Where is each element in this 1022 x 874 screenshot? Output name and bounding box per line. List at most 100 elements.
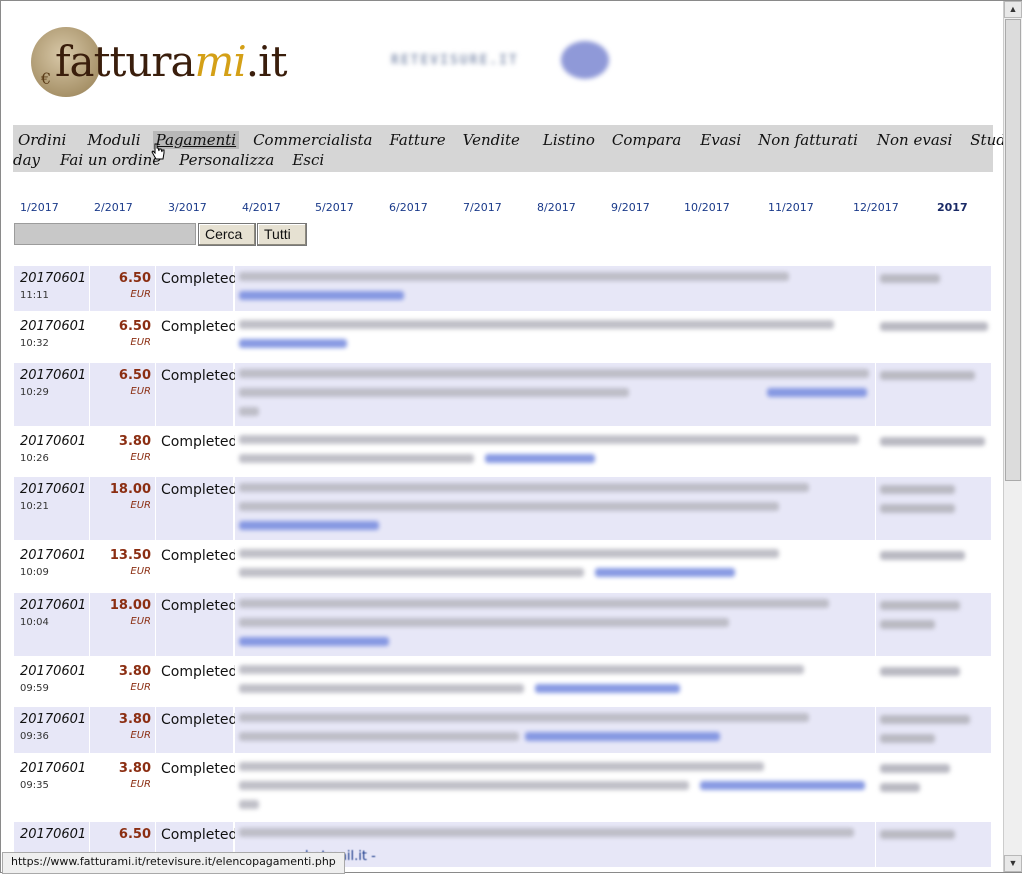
payment-time: 09:36 — [20, 731, 49, 742]
nav-item-fai-un-ordine[interactable]: Fai un ordine — [60, 151, 161, 169]
redacted-email-link[interactable] — [239, 637, 389, 646]
payment-status: Completed — [161, 598, 238, 614]
scroll-down-icon[interactable]: ▼ — [1004, 855, 1022, 872]
redacted-email-link[interactable] — [525, 732, 720, 741]
nav-item-evasi[interactable]: Evasi — [700, 131, 741, 149]
redacted-customer-name — [880, 485, 955, 494]
payment-date: 20170601 — [20, 598, 87, 613]
status-cell: Completed — [156, 314, 237, 360]
table-row: 20170601 09:35 3.80 EUR Completed — [14, 756, 991, 819]
nav-item-day[interactable]: day — [13, 151, 40, 169]
redacted-customer-name — [880, 715, 970, 724]
redacted-email-link[interactable] — [239, 291, 404, 300]
redacted-email-link[interactable] — [700, 781, 865, 790]
redacted-email-link[interactable] — [767, 388, 867, 397]
redacted-customer-name — [880, 551, 965, 560]
description-cell — [235, 266, 875, 311]
customer-cell — [876, 659, 991, 704]
nav-item-pagamenti[interactable]: Pagamenti — [152, 131, 240, 149]
redacted-customer-name — [880, 734, 935, 743]
month-link[interactable]: 11/2017 — [768, 201, 814, 214]
redacted-email-link[interactable] — [485, 454, 595, 463]
month-link[interactable]: 3/2017 — [168, 201, 207, 214]
month-link[interactable]: 7/2017 — [463, 201, 502, 214]
redacted-customer-name — [880, 601, 960, 610]
retevisure-logo[interactable]: RETEVISURE.IT — [391, 41, 621, 81]
scrollbar-thumb[interactable] — [1005, 19, 1021, 481]
nav-item-moduli[interactable]: Moduli — [87, 131, 140, 149]
redacted-customer-name — [880, 371, 975, 380]
redacted-description-text — [239, 502, 779, 511]
table-row: 20170601 10:26 3.80 EUR Completed — [14, 429, 991, 474]
month-link[interactable]: 2/2017 — [94, 201, 133, 214]
nav-item-studi[interactable]: Studi — [970, 131, 1003, 149]
amount-cell: 3.80 EUR — [90, 429, 155, 474]
nav-row-2: day Fai un ordine Personalizza Esci — [13, 151, 324, 169]
payment-amount: 6.50 — [118, 319, 151, 334]
redacted-customer-name — [880, 504, 955, 513]
amount-cell: 6.50 EUR — [90, 266, 155, 311]
status-cell: Completed — [156, 477, 237, 540]
tutti-button[interactable]: Tutti — [257, 223, 307, 246]
month-link[interactable]: 8/2017 — [537, 201, 576, 214]
payment-amount: 3.80 — [118, 761, 151, 776]
redacted-email-link[interactable] — [239, 521, 379, 530]
month-link[interactable]: 9/2017 — [611, 201, 650, 214]
month-link[interactable]: 6/2017 — [389, 201, 428, 214]
scroll-up-icon[interactable]: ▲ — [1004, 1, 1022, 18]
payment-amount: 6.50 — [118, 827, 151, 842]
nav-item-compara[interactable]: Compara — [612, 131, 681, 149]
description-cell — [235, 543, 875, 590]
description-cell — [235, 659, 875, 704]
redacted-description-text — [239, 684, 524, 693]
redacted-description-text — [239, 549, 779, 558]
customer-cell — [876, 822, 991, 867]
status-cell: Completed — [156, 363, 237, 426]
customer-cell — [876, 477, 991, 540]
search-input[interactable] — [14, 223, 196, 245]
status-cell: Completed — [156, 756, 237, 819]
payment-amount: 3.80 — [118, 664, 151, 679]
month-link[interactable]: 1/2017 — [20, 201, 59, 214]
nav-item-non-evasi[interactable]: Non evasi — [877, 131, 952, 149]
date-cell: 20170601 09:36 — [14, 707, 89, 753]
month-link[interactable]: 4/2017 — [242, 201, 281, 214]
fatturami-logo[interactable]: € fatturami.it — [31, 27, 301, 97]
payment-time: 09:59 — [20, 683, 49, 694]
redacted-description-text — [239, 732, 519, 741]
status-cell: Completed — [156, 266, 237, 311]
payment-time: 10:32 — [20, 338, 49, 349]
payments-table: 20170601 11:11 6.50 EUR Completed 20170601 10:… — [14, 266, 991, 870]
redacted-description-text — [239, 454, 474, 463]
redacted-email-link[interactable] — [535, 684, 680, 693]
nav-item-personalizza[interactable]: Personalizza — [179, 151, 274, 169]
month-link[interactable]: 12/2017 — [853, 201, 899, 214]
payment-amount: 6.50 — [118, 271, 151, 286]
redacted-email-link[interactable] — [595, 568, 735, 577]
nav-item-commercialista[interactable]: Commercialista — [253, 131, 372, 149]
payment-currency: EUR — [130, 500, 151, 511]
payment-time: 10:04 — [20, 617, 49, 628]
logo-euro-sign: € — [41, 69, 52, 88]
redacted-email-link[interactable] — [239, 339, 347, 348]
redacted-description-text — [239, 781, 689, 790]
nav-item-fatture[interactable]: Fatture — [390, 131, 446, 149]
payment-amount: 18.00 — [109, 598, 151, 613]
month-link[interactable]: 5/2017 — [315, 201, 354, 214]
redacted-description-text — [239, 828, 854, 837]
payment-time: 10:26 — [20, 453, 49, 464]
payment-status: Completed — [161, 271, 238, 287]
month-link[interactable]: 10/2017 — [684, 201, 730, 214]
nav-item-listino[interactable]: Listino — [543, 131, 595, 149]
payment-status: Completed — [161, 482, 238, 498]
nav-item-esci[interactable]: Esci — [292, 151, 324, 169]
year-link[interactable]: 2017 — [937, 201, 968, 214]
nav-item-vendite[interactable]: Vendite — [463, 131, 520, 149]
nav-item-non-fatturati[interactable]: Non fatturati — [758, 131, 858, 149]
vertical-scrollbar[interactable]: ▲ ▼ — [1003, 1, 1022, 872]
amount-cell: 6.50 EUR — [90, 363, 155, 426]
date-cell: 20170601 10:32 — [14, 314, 89, 360]
nav-item-ordini[interactable]: Ordini — [18, 131, 66, 149]
redacted-customer-name — [880, 322, 988, 331]
cerca-button[interactable]: Cerca — [198, 223, 256, 246]
